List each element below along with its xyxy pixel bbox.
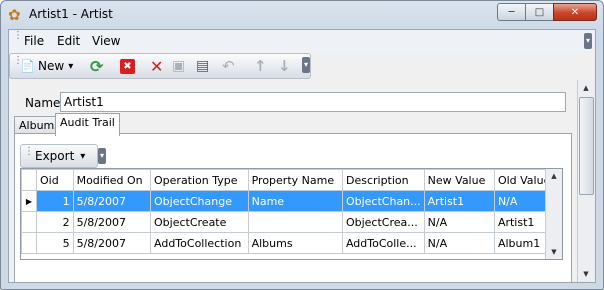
column-header[interactable]: Oid	[35, 169, 74, 191]
close-document-icon: ✖	[120, 58, 135, 74]
client-area: ⋮ File Edit View ▾ ⋮ 📄 New ▾ ⟳ ✖ ✕ ▣ ▤ ↶…	[8, 29, 596, 283]
column-header[interactable]: New Value	[423, 169, 495, 191]
app-window: ✿ Artist1 - Artist ─ □ ✕ ⋮ File Edit Vie…	[0, 0, 604, 290]
menu-view[interactable]: View	[92, 34, 120, 48]
delete-button[interactable]: ✕	[150, 56, 164, 76]
table-cell[interactable]: 5	[35, 232, 74, 254]
menu-edit[interactable]: Edit	[57, 34, 80, 48]
scroll-up-arrow-icon[interactable]: ▲	[546, 169, 562, 184]
close-icon: ✕	[570, 6, 580, 18]
refresh-icon: ⟳	[90, 56, 104, 76]
row-header-corner	[21, 169, 37, 191]
export-button[interactable]: Export ▾	[35, 147, 85, 165]
title-bar[interactable]: ✿ Artist1 - Artist ─ □ ✕	[1, 1, 603, 29]
main-toolbar: ⋮ 📄 New ▾ ⟳ ✖ ✕ ▣ ▤ ↶ ↑ ↓ ▾	[9, 53, 311, 79]
table-cell[interactable]: ObjectCreate	[150, 211, 249, 233]
audit-trail-panel: ⋮ Export ▾ ▾ Oid Modified On Operation T…	[14, 133, 572, 282]
header-row: Oid Modified On Operation Type Property …	[21, 169, 562, 191]
table-cell[interactable]: Albums	[247, 232, 343, 254]
table-cell[interactable]: AddToColle...	[341, 232, 425, 254]
audit-table: Oid Modified On Operation Type Property …	[21, 169, 562, 254]
column-header[interactable]: Operation Type	[150, 169, 249, 191]
move-down-button[interactable]: ↓	[278, 57, 291, 75]
table-cell[interactable]: 2	[35, 211, 74, 233]
row-header[interactable]	[21, 211, 37, 233]
close-button[interactable]: ✕	[553, 3, 597, 21]
column-header[interactable]: Description	[341, 169, 425, 191]
table-cell[interactable]	[247, 211, 343, 233]
scroll-down-arrow-icon[interactable]: ▼	[546, 244, 562, 259]
delete-icon: ✕	[150, 56, 164, 76]
save-button[interactable]: ▣	[172, 57, 185, 75]
table-cell[interactable]: Artist1	[423, 190, 495, 212]
undo-button[interactable]: ↶	[222, 57, 235, 75]
name-field[interactable]	[60, 92, 566, 112]
table-cell[interactable]: 5/8/2007	[72, 190, 152, 212]
menu-grip-icon[interactable]: ⋮	[13, 31, 23, 41]
save-close-button[interactable]: ▤	[196, 57, 209, 75]
menu-file[interactable]: File	[24, 34, 44, 48]
table-row[interactable]: 2 5/8/2007 ObjectCreate ObjectCrea... N/…	[21, 211, 562, 233]
window-scrollbar[interactable]: ▲ ▼	[577, 80, 595, 282]
detail-view: Name Albums Audit Trail ⋮ Export ▾ ▾	[9, 80, 578, 282]
new-button[interactable]: 📄 New ▾	[20, 57, 73, 75]
table-cell[interactable]: 5/8/2007	[72, 211, 152, 233]
window-title: Artist1 - Artist	[29, 7, 113, 21]
export-grip-icon[interactable]: ⋮	[24, 147, 34, 157]
table-cell[interactable]: 5/8/2007	[72, 232, 152, 254]
row-header[interactable]	[21, 232, 37, 254]
arrow-down-icon: ↓	[278, 57, 291, 75]
flower-icon: ✿	[8, 6, 21, 24]
save-icon: ▣	[172, 58, 186, 74]
minimize-icon: ─	[508, 6, 515, 18]
chevron-down-icon[interactable]: ▾	[80, 151, 85, 162]
tab-audit-trail[interactable]: Audit Trail	[55, 113, 120, 136]
current-row-marker-icon[interactable]: ▶	[21, 190, 37, 212]
close-document-button[interactable]: ✖	[120, 57, 135, 75]
minimize-button[interactable]: ─	[497, 3, 525, 21]
table-cell[interactable]: ObjectChange	[150, 190, 249, 212]
grid-scrollbar[interactable]: ▲ ▼	[545, 169, 562, 259]
scroll-up-arrow-icon[interactable]: ▲	[578, 80, 594, 96]
menu-bar: ⋮ File Edit View ▾	[9, 30, 595, 52]
new-button-label: New	[38, 59, 65, 73]
name-label: Name	[25, 96, 61, 110]
chevron-down-icon[interactable]: ▾	[68, 61, 73, 72]
table-row[interactable]: ▶ 1 5/8/2007 ObjectChange Name ObjectCha…	[21, 190, 562, 212]
toolbar-grip-icon[interactable]: ⋮	[13, 56, 23, 66]
column-header[interactable]: Property Name	[247, 169, 343, 191]
undo-icon: ↶	[222, 57, 235, 75]
table-cell[interactable]: AddToCollection	[150, 232, 249, 254]
scroll-thumb[interactable]	[579, 97, 594, 195]
maximize-button[interactable]: □	[525, 3, 553, 21]
save-close-icon: ▤	[196, 58, 210, 74]
column-header[interactable]: Modified On	[72, 169, 152, 191]
new-document-icon: 📄	[20, 59, 35, 73]
move-up-button[interactable]: ↑	[254, 57, 267, 75]
export-overflow-icon[interactable]: ▾	[98, 148, 106, 164]
table-cell[interactable]: ObjectChan...	[341, 190, 425, 212]
table-cell[interactable]: ObjectCrea...	[341, 211, 425, 233]
table-cell[interactable]: N/A	[423, 232, 495, 254]
table-row[interactable]: 5 5/8/2007 AddToCollection Albums AddToC…	[21, 232, 562, 254]
export-toolbar: ⋮ Export ▾ ▾	[20, 144, 106, 168]
audit-grid: Oid Modified On Operation Type Property …	[20, 168, 563, 260]
export-button-label: Export	[35, 149, 75, 163]
table-cell[interactable]: N/A	[423, 211, 495, 233]
arrow-up-icon: ↑	[254, 57, 267, 75]
scroll-down-arrow-icon[interactable]: ▼	[578, 266, 594, 282]
toolbar-overflow-icon[interactable]: ▾	[302, 57, 310, 73]
table-cell[interactable]: Name	[247, 190, 343, 212]
table-cell[interactable]: 1	[35, 190, 74, 212]
maximize-icon: □	[534, 6, 545, 18]
menu-overflow-icon[interactable]: ▾	[584, 33, 592, 49]
window-controls: ─ □ ✕	[497, 3, 597, 21]
refresh-button[interactable]: ⟳	[90, 56, 104, 76]
